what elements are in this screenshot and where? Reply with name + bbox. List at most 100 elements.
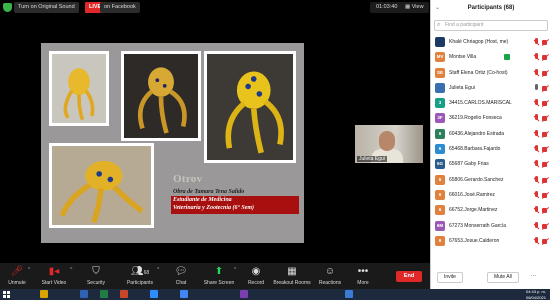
avatar: 6M bbox=[435, 220, 445, 231]
octopus-photo-3 bbox=[204, 51, 296, 163]
chrome-icon[interactable] bbox=[180, 290, 188, 298]
video-off-icon bbox=[542, 84, 549, 93]
participants-button[interactable]: 👥︎68 Participants bbox=[122, 263, 158, 289]
participants-title: Participants (68) bbox=[467, 5, 515, 11]
participant-status bbox=[533, 83, 549, 93]
clock-time: 04:43 p. m. bbox=[525, 289, 546, 294]
octopus-photo-4 bbox=[49, 143, 154, 228]
participant-name: Julieta Egui bbox=[449, 84, 475, 91]
record-icon: ◉ bbox=[251, 266, 261, 277]
participants-options-caret[interactable]: ^ bbox=[157, 267, 159, 273]
search-icon: ⌕ bbox=[437, 22, 441, 28]
video-off-icon bbox=[542, 222, 549, 231]
original-sound-button[interactable]: Turn on Original Sound bbox=[14, 2, 79, 13]
participant-search-input[interactable]: ⌕ Find a participant bbox=[434, 20, 548, 31]
powerpoint-icon[interactable] bbox=[120, 290, 128, 298]
participant-row[interactable]: 6 60436.Alejandro Estrada bbox=[431, 127, 550, 142]
more-button[interactable]: ••• More bbox=[352, 263, 374, 289]
mic-muted-icon bbox=[533, 190, 540, 200]
chat-button[interactable]: 💬︎ Chat bbox=[170, 263, 192, 289]
participant-status bbox=[533, 206, 549, 215]
participant-row[interactable]: 3 34415.CARLOS.MARISCAL bbox=[431, 96, 550, 111]
avatar: MV bbox=[435, 52, 445, 63]
store-icon[interactable] bbox=[345, 290, 353, 298]
video-options-caret[interactable]: ^ bbox=[70, 267, 72, 273]
participant-row[interactable]: 3F 36219.Rogelio Fonseca bbox=[431, 111, 550, 126]
record-button[interactable]: ◉ Record bbox=[244, 263, 268, 289]
file-explorer-icon[interactable] bbox=[40, 290, 48, 298]
start-video-button[interactable]: ▮◂ Start Video bbox=[38, 263, 70, 289]
participant-row[interactable]: 6 65806.Gerardo.Sanchez bbox=[431, 173, 550, 188]
encryption-shield-icon[interactable] bbox=[3, 3, 12, 12]
octopus-photo-1 bbox=[49, 51, 109, 126]
reactions-label: Reactions bbox=[318, 280, 342, 286]
slide-title: Otrov bbox=[173, 173, 203, 185]
avatar: 3 bbox=[435, 98, 445, 109]
unmute-button[interactable]: 🎤︎ Unmute bbox=[4, 263, 30, 289]
avatar: 6 bbox=[435, 144, 445, 155]
video-off-icon bbox=[542, 176, 549, 185]
video-off-icon bbox=[542, 130, 549, 139]
avatar bbox=[435, 82, 445, 93]
participant-name: Staff Elena Ortiz (Co-host) bbox=[449, 69, 508, 76]
participant-name: 66752.Jorge.Martinez bbox=[449, 207, 498, 214]
participant-status bbox=[533, 99, 549, 108]
share-screen-button[interactable]: ⬆︎ Share Screen bbox=[202, 263, 236, 289]
avatar: 6 bbox=[435, 174, 445, 185]
participant-name: 60436.Alejandro Estrada bbox=[449, 130, 505, 137]
participant-row[interactable]: 6 66016.José.Ramirez bbox=[431, 188, 550, 203]
octopus-sculpture-image bbox=[59, 160, 144, 224]
meeting-topbar: Turn on Original Sound LIVE on Facebook … bbox=[0, 0, 430, 15]
participant-row[interactable]: 6G 65687 Gaby Frias bbox=[431, 157, 550, 172]
mute-all-button[interactable]: Mute All bbox=[487, 272, 519, 283]
more-options-button[interactable]: ... bbox=[531, 272, 536, 278]
participant-row[interactable]: 6M 67273 Monserrath García bbox=[431, 219, 550, 234]
participant-row[interactable]: 6 66752.Jorge.Martinez bbox=[431, 203, 550, 218]
participant-name: 34415.CARLOS.MARISCAL bbox=[449, 100, 512, 107]
mic-muted-icon bbox=[533, 99, 540, 108]
self-video-tile[interactable]: Julieta Egui bbox=[355, 125, 423, 163]
avatar: SE bbox=[435, 67, 445, 78]
participant-row[interactable]: 6 65468.Barbara.Fajardo bbox=[431, 142, 550, 157]
more-icon: ••• bbox=[357, 266, 369, 277]
octopus-sculpture-image bbox=[225, 71, 284, 154]
participants-label: Participants bbox=[126, 280, 154, 286]
reactions-button[interactable]: ☺ Reactions bbox=[316, 263, 344, 289]
view-button[interactable]: ▦ View bbox=[400, 2, 429, 13]
participant-row[interactable]: MV Montse Villa bbox=[431, 50, 550, 65]
on-facebook-label[interactable]: on Facebook bbox=[100, 2, 140, 13]
video-off-icon bbox=[542, 191, 549, 200]
chat-icon: 💬︎ bbox=[174, 266, 188, 277]
taskbar-clock[interactable]: 04:43 p. m. 06/04/2021 bbox=[526, 289, 546, 300]
breakout-rooms-button[interactable]: ▦ Breakout Rooms bbox=[272, 263, 312, 289]
breakout-icon: ▦ bbox=[287, 266, 297, 277]
share-screen-label: Share Screen bbox=[203, 280, 235, 286]
participant-row[interactable]: Khalé Chriagop (Host, me) bbox=[431, 35, 550, 50]
participant-row[interactable]: SE Staff Elena Ortiz (Co-host) bbox=[431, 66, 550, 81]
excel-icon[interactable] bbox=[100, 290, 108, 298]
share-options-caret[interactable]: ^ bbox=[234, 267, 236, 273]
participant-status bbox=[533, 175, 549, 185]
view-grid-icon: ▦ bbox=[405, 4, 412, 10]
mic-muted-icon bbox=[533, 83, 540, 93]
participant-status bbox=[533, 221, 549, 231]
audio-options-caret[interactable]: ^ bbox=[28, 267, 30, 273]
word-icon[interactable] bbox=[80, 290, 88, 298]
invite-button[interactable]: Invite bbox=[437, 272, 463, 283]
zoom-icon[interactable] bbox=[150, 290, 158, 298]
windows-start-icon[interactable] bbox=[3, 291, 10, 298]
app-icon[interactable] bbox=[240, 290, 248, 298]
end-meeting-button[interactable]: End bbox=[396, 271, 422, 282]
video-off-icon: ▮◂ bbox=[48, 266, 60, 277]
participant-status bbox=[533, 53, 549, 62]
participant-row[interactable]: 6 67653.Josue.Calderon bbox=[431, 234, 550, 249]
meeting-area: Turn on Original Sound LIVE on Facebook … bbox=[0, 0, 430, 289]
participant-status bbox=[533, 190, 549, 200]
mic-muted-icon: 🎤︎ bbox=[10, 266, 24, 277]
participants-count: 68 bbox=[143, 270, 150, 276]
participant-row[interactable]: Julieta Egui bbox=[431, 81, 550, 96]
avatar bbox=[435, 37, 445, 47]
unmute-label: Unmute bbox=[8, 280, 26, 286]
security-button[interactable]: ⛉ Security bbox=[82, 263, 110, 289]
person-head bbox=[379, 131, 395, 151]
